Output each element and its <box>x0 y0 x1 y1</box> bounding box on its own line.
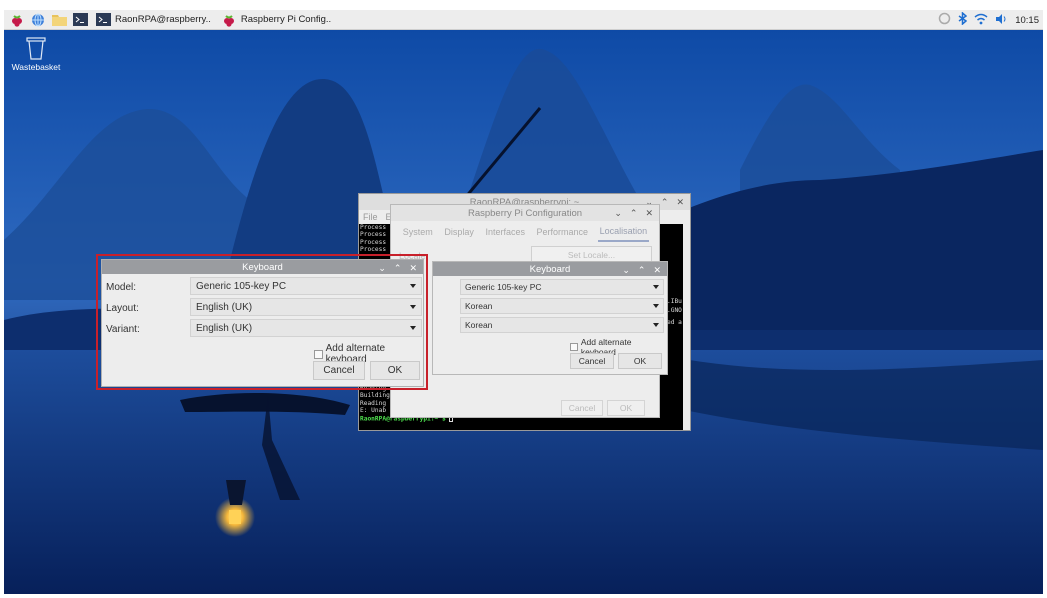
clock[interactable]: 10:15 <box>1015 15 1039 26</box>
chevron-down-icon <box>410 326 416 330</box>
close-icon[interactable]: ✕ <box>676 197 684 208</box>
tab-performance[interactable]: Performance <box>535 223 591 241</box>
maximize-icon[interactable]: ⌃ <box>638 265 646 276</box>
keyboard-dialog-korean[interactable]: Keyboard ⌄ ⌃ ✕ Generic 105-key PC Korean… <box>432 261 668 375</box>
keyboard-title: Keyboard <box>242 261 283 273</box>
layout-label: Layout: <box>106 303 139 314</box>
model-label: Model: <box>106 282 137 293</box>
close-icon[interactable]: ✕ <box>409 263 417 274</box>
chevron-down-icon <box>653 285 659 289</box>
terminal-menu-file[interactable]: File <box>363 212 378 222</box>
checkbox-box[interactable] <box>570 343 578 351</box>
variant-label: Variant: <box>106 324 140 335</box>
raspberry-menu-icon[interactable] <box>9 12 25 28</box>
layout-dropdown[interactable]: Korean <box>460 298 664 314</box>
wastebasket-label: Wastebasket <box>11 62 61 72</box>
cancel-button[interactable]: Cancel <box>313 361 365 380</box>
wifi-icon[interactable] <box>974 13 988 28</box>
terminal-fragment: .GNO <box>667 307 682 314</box>
desktop-icon-wastebasket[interactable]: Wastebasket <box>10 36 62 72</box>
bluetooth-icon[interactable] <box>958 11 968 28</box>
chevron-down-icon <box>653 323 659 327</box>
maximize-icon[interactable]: ⌃ <box>661 197 669 208</box>
chevron-down-icon <box>410 305 416 309</box>
keyboard-dialog-english[interactable]: Keyboard ⌄ ⌃ ✕ Model: Generic 105-key PC… <box>101 259 424 387</box>
variant-value: Korean <box>465 320 493 330</box>
tab-system[interactable]: System <box>401 223 435 241</box>
terminal-fragment: .IBu <box>667 298 682 305</box>
terminal-launcher-icon[interactable] <box>72 12 88 28</box>
terminal-fragment: ed a <box>667 319 682 326</box>
volume-icon[interactable] <box>995 13 1008 28</box>
tab-display[interactable]: Display <box>442 223 476 241</box>
taskbar: RaonRPA@raspberry.. Raspberry Pi Config.… <box>4 10 1043 30</box>
minimize-icon[interactable]: ⌄ <box>378 263 386 274</box>
system-tray: 10:15 <box>938 10 1039 30</box>
config-ok-button[interactable]: OK <box>607 400 645 416</box>
keyboard-titlebar[interactable]: Keyboard ⌄ ⌃ ✕ <box>102 260 423 274</box>
checkbox-box[interactable] <box>314 349 323 359</box>
minimize-icon[interactable]: ⌄ <box>622 265 630 276</box>
raspberry-icon <box>221 12 237 28</box>
variant-dropdown[interactable]: English (UK) <box>190 319 422 337</box>
ok-button[interactable]: OK <box>370 361 420 380</box>
maximize-icon[interactable]: ⌃ <box>394 263 402 274</box>
tab-interfaces[interactable]: Interfaces <box>483 223 527 241</box>
close-icon[interactable]: ✕ <box>645 208 653 219</box>
layout-value: Korean <box>465 301 493 311</box>
tab-localisation[interactable]: Localisation <box>597 222 650 242</box>
config-cancel-button[interactable]: Cancel <box>561 400 603 416</box>
config-titlebar[interactable]: Raspberry Pi Configuration ⌄ ⌃ ✕ <box>391 205 659 221</box>
taskbar-task-label: RaonRPA@raspberry.. <box>115 14 211 25</box>
layout-dropdown[interactable]: English (UK) <box>190 298 422 316</box>
config-title: Raspberry Pi Configuration <box>467 207 583 219</box>
cancel-button[interactable]: Cancel <box>570 353 614 369</box>
chevron-down-icon <box>410 284 416 288</box>
terminal-scrollbar[interactable] <box>683 224 690 430</box>
taskbar-task-config[interactable]: Raspberry Pi Config.. <box>218 11 334 29</box>
variant-dropdown[interactable]: Korean <box>460 317 664 333</box>
variant-value: English (UK) <box>196 322 253 334</box>
minimize-icon[interactable]: ⌄ <box>614 208 622 219</box>
wastebasket-icon <box>26 37 46 60</box>
close-icon[interactable]: ✕ <box>653 265 661 276</box>
keyboard-title: Keyboard <box>529 263 571 275</box>
model-dropdown[interactable]: Generic 105-key PC <box>190 277 422 295</box>
chevron-down-icon <box>653 304 659 308</box>
maximize-icon[interactable]: ⌃ <box>630 208 638 219</box>
model-dropdown[interactable]: Generic 105-key PC <box>460 279 664 295</box>
model-value: Generic 105-key PC <box>196 280 287 292</box>
taskbar-task-terminal[interactable]: RaonRPA@raspberry.. <box>92 11 214 29</box>
terminal-icon <box>95 12 111 28</box>
terminal-right-fragments: .IBu .GNO ed a <box>667 297 682 327</box>
keyboard-titlebar[interactable]: Keyboard ⌄ ⌃ ✕ <box>433 262 667 276</box>
model-value: Generic 105-key PC <box>465 282 542 292</box>
web-browser-icon[interactable] <box>30 12 46 28</box>
file-manager-icon[interactable] <box>51 12 67 28</box>
config-tabs: System Display Interfaces Performance Lo… <box>391 221 659 243</box>
ok-button[interactable]: OK <box>618 353 662 369</box>
sync-icon[interactable] <box>938 12 951 28</box>
taskbar-task-label: Raspberry Pi Config.. <box>240 14 332 25</box>
layout-value: English (UK) <box>196 301 253 313</box>
